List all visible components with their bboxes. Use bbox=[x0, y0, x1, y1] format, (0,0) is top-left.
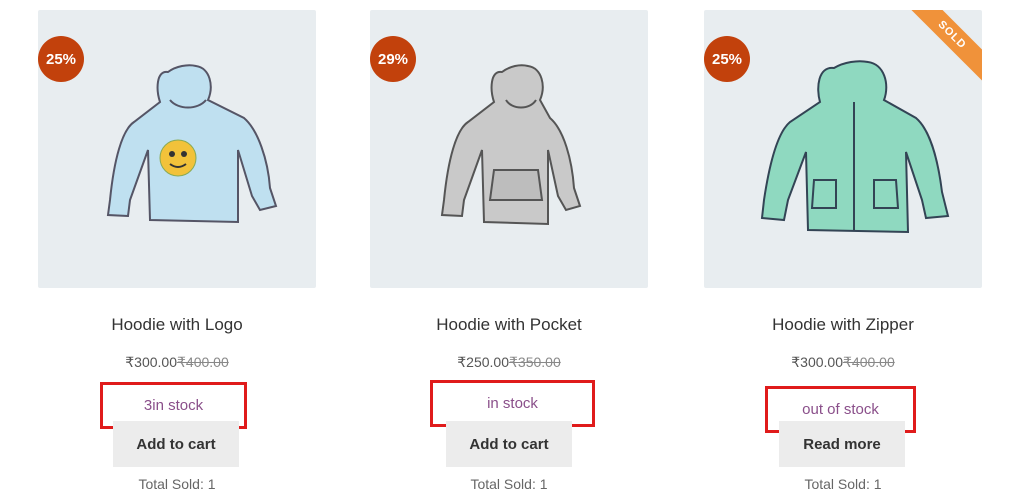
product-card: 29% Hoodie with Pocket ₹250.00₹350.00 in… bbox=[370, 10, 648, 492]
current-price: ₹250.00 bbox=[457, 354, 509, 370]
read-more-button[interactable]: Read more bbox=[779, 421, 905, 467]
product-price: ₹300.00₹400.00 bbox=[704, 354, 982, 371]
product-image[interactable]: 29% bbox=[370, 10, 648, 288]
product-card: 25% SOLD Hoodie with Zipper ₹300.00₹400.… bbox=[704, 10, 982, 492]
total-sold: Total Sold: 1 bbox=[138, 476, 216, 492]
product-image[interactable]: 25% bbox=[38, 10, 316, 288]
current-price: ₹300.00 bbox=[791, 354, 843, 370]
current-price: ₹300.00 bbox=[125, 354, 177, 370]
product-price: ₹300.00₹400.00 bbox=[38, 354, 316, 371]
discount-badge: 25% bbox=[38, 36, 84, 82]
discount-badge: 25% bbox=[704, 36, 750, 82]
discount-badge: 29% bbox=[370, 36, 416, 82]
old-price: ₹400.00 bbox=[177, 354, 229, 370]
total-sold: Total Sold: 1 bbox=[470, 476, 548, 492]
add-to-cart-button[interactable]: Add to cart bbox=[113, 421, 239, 467]
old-price: ₹400.00 bbox=[843, 354, 895, 370]
stock-status: 3in stock bbox=[143, 397, 204, 414]
product-title[interactable]: Hoodie with Pocket bbox=[370, 315, 648, 335]
product-card: 25% Hoodie with Logo ₹300.00₹400.00 3in … bbox=[38, 10, 316, 492]
product-price: ₹250.00₹350.00 bbox=[370, 354, 648, 371]
product-title[interactable]: Hoodie with Zipper bbox=[704, 315, 982, 335]
product-title[interactable]: Hoodie with Logo bbox=[38, 315, 316, 335]
add-to-cart-button[interactable]: Add to cart bbox=[446, 421, 572, 467]
total-sold: Total Sold: 1 bbox=[804, 476, 882, 492]
old-price: ₹350.00 bbox=[509, 354, 561, 370]
product-image[interactable]: 25% SOLD bbox=[704, 10, 982, 288]
stock-status: out of stock bbox=[802, 401, 879, 418]
stock-status: in stock bbox=[487, 395, 538, 412]
stock-status-box: in stock bbox=[430, 380, 595, 427]
